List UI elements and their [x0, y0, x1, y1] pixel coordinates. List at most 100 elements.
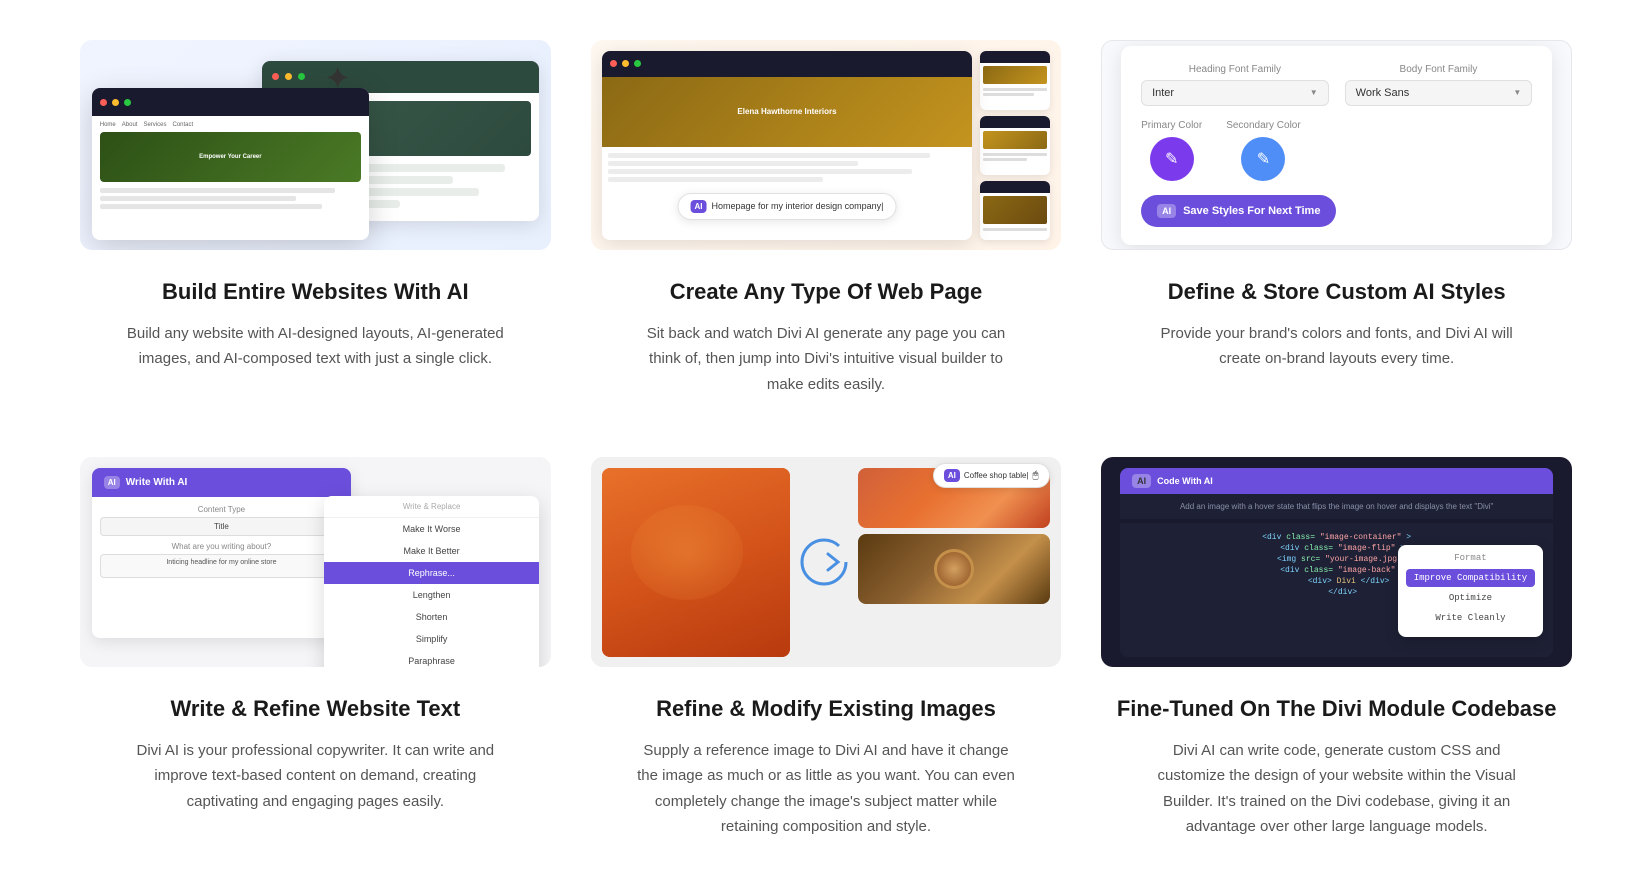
before-image	[602, 468, 790, 657]
preview-row	[608, 177, 822, 182]
preview-topbar	[602, 51, 971, 77]
hero-text: Empower Your Career	[199, 154, 261, 160]
color-row: Primary Color ✎ Secondary Color ✎	[1141, 120, 1532, 181]
edit-icon: ✎	[1165, 149, 1178, 169]
feature-card-write-refine: AI Write With AI Content Type Title What…	[80, 457, 551, 840]
code-text: Divi	[1337, 577, 1356, 586]
code-val: "image-back"	[1338, 566, 1396, 575]
dot-green	[298, 73, 305, 80]
context-item-lengthen[interactable]: Lengthen	[324, 584, 539, 606]
body-font-group: Body Font Family Work Sans ▼	[1345, 64, 1533, 106]
thumb-header	[980, 51, 1050, 63]
after-bottom-img	[858, 534, 1049, 604]
dot-red	[272, 73, 279, 80]
image-prompt-text: Coffee shop table|	[964, 471, 1029, 480]
webpage-mockup: Elena Hawthorne Interiors AI Homepage fo…	[602, 51, 1049, 240]
body-font-select[interactable]: Work Sans ▼	[1345, 80, 1533, 106]
context-item-shorten[interactable]: Shorten	[324, 606, 539, 628]
thumb-row	[983, 93, 1034, 96]
preview-hero: Elena Hawthorne Interiors	[602, 77, 971, 147]
code-tag: >	[1406, 533, 1411, 542]
feature-image-refine-images: AI Coffee shop table| 🖱	[591, 457, 1062, 667]
feature-title-write-refine: Write & Refine Website Text	[170, 695, 460, 724]
mockup-hero: Empower Your Career	[100, 132, 361, 182]
context-item-simplify[interactable]: Simplify	[324, 628, 539, 650]
feature-card-build-websites: Home About Services Contact Empower Your…	[80, 40, 551, 397]
thumb-header	[980, 116, 1050, 128]
context-item-make-worse[interactable]: Make It Worse	[324, 518, 539, 540]
nav-item: About	[122, 122, 138, 128]
arrow-svg	[798, 536, 850, 588]
about-label: What are you writing about?	[100, 542, 343, 551]
write-mockup: AI Write With AI Content Type Title What…	[92, 468, 539, 657]
heading-font-label: Heading Font Family	[1141, 64, 1329, 75]
context-item-paraphrase[interactable]: Paraphrase	[324, 650, 539, 667]
main-preview-panel: Elena Hawthorne Interiors AI Homepage fo…	[602, 51, 971, 240]
format-item-write-cleanly[interactable]: Write Cleanly	[1406, 609, 1535, 627]
feature-title-build-websites: Build Entire Websites With AI	[162, 278, 469, 307]
nav-item: Home	[100, 122, 116, 128]
code-panel-title: Code With AI	[1157, 476, 1213, 486]
ai-badge: AI	[691, 200, 707, 213]
code-attr: src=	[1301, 555, 1320, 564]
nav-item: Contact	[172, 122, 193, 128]
secondary-color-group: Secondary Color ✎	[1226, 120, 1300, 181]
code-val: "image-container"	[1320, 533, 1402, 542]
feature-image-create-webpage: Elena Hawthorne Interiors AI Homepage fo…	[591, 40, 1062, 250]
heading-font-select[interactable]: Inter ▼	[1141, 80, 1329, 106]
thumb-row	[983, 228, 1047, 231]
cursor-icon: 🖱	[1033, 470, 1039, 481]
code-panel: AI Code With AI Add an image with a hove…	[1120, 468, 1553, 657]
thumb-header	[980, 181, 1050, 193]
ai-badge: AI	[104, 476, 120, 489]
format-popup: Format Improve Compatibility Optimize Wr…	[1398, 545, 1543, 637]
feature-desc-define-styles: Provide your brand's colors and fonts, a…	[1147, 321, 1527, 372]
thumb-2	[980, 116, 1050, 175]
feature-image-code: AI Code With AI Add an image with a hove…	[1101, 457, 1572, 667]
dot-yellow	[112, 99, 119, 106]
chevron-down-icon: ▼	[1310, 88, 1318, 97]
before-img-sim	[602, 468, 790, 657]
dot-red	[610, 60, 617, 67]
code-attr: class=	[1304, 566, 1333, 575]
content-type-select[interactable]: Title	[100, 517, 343, 536]
ai-star-icon: ✦	[324, 59, 351, 97]
feature-image-define-styles: Heading Font Family Inter ▼ Body Font Fa…	[1101, 40, 1572, 250]
context-item-rephrase[interactable]: Rephrase...	[324, 562, 539, 584]
feature-title-create-webpage: Create Any Type Of Web Page	[670, 278, 983, 307]
content-type-label: Content Type	[100, 505, 343, 514]
feature-desc-build-websites: Build any website with AI-designed layou…	[125, 321, 505, 372]
thumb-row	[983, 158, 1028, 161]
format-item-improve[interactable]: Improve Compatibility	[1406, 569, 1535, 587]
dot-green	[634, 60, 641, 67]
img-overlay	[631, 505, 744, 600]
preview-row	[608, 169, 912, 174]
preview-row	[608, 161, 858, 166]
thumb-3	[980, 181, 1050, 240]
save-styles-button[interactable]: AI Save Styles For Next Time	[1141, 195, 1336, 227]
preview-content	[602, 147, 971, 188]
secondary-color-swatch[interactable]: ✎	[1241, 137, 1285, 181]
thumb-img	[983, 131, 1047, 149]
code-tag: </div>	[1361, 577, 1390, 586]
context-item-make-better[interactable]: Make It Better	[324, 540, 539, 562]
feature-title-define-styles: Define & Store Custom AI Styles	[1168, 278, 1506, 307]
heading-font-group: Heading Font Family Inter ▼	[1141, 64, 1329, 106]
code-val: "image-flip"	[1338, 544, 1396, 553]
secondary-color-label: Secondary Color	[1226, 120, 1300, 131]
primary-color-label: Primary Color	[1141, 120, 1202, 131]
dot-yellow	[285, 73, 292, 80]
content-row	[100, 196, 296, 201]
context-header: Write & Replace	[324, 496, 539, 518]
write-panel-body: Content Type Title What are you writing …	[92, 497, 351, 586]
nav-item: Services	[143, 122, 166, 128]
feature-title-refine-images: Refine & Modify Existing Images	[656, 695, 996, 724]
primary-color-swatch[interactable]: ✎	[1150, 137, 1194, 181]
side-thumbnails	[980, 51, 1050, 240]
ai-badge: AI	[1132, 474, 1151, 488]
transform-arrow	[798, 468, 850, 657]
about-textarea[interactable]: Inticing headline for my online store	[100, 554, 343, 578]
font-row: Heading Font Family Inter ▼ Body Font Fa…	[1141, 64, 1532, 106]
mockup-front-panel: Home About Services Contact Empower Your…	[92, 88, 369, 239]
format-item-optimize[interactable]: Optimize	[1406, 589, 1535, 607]
